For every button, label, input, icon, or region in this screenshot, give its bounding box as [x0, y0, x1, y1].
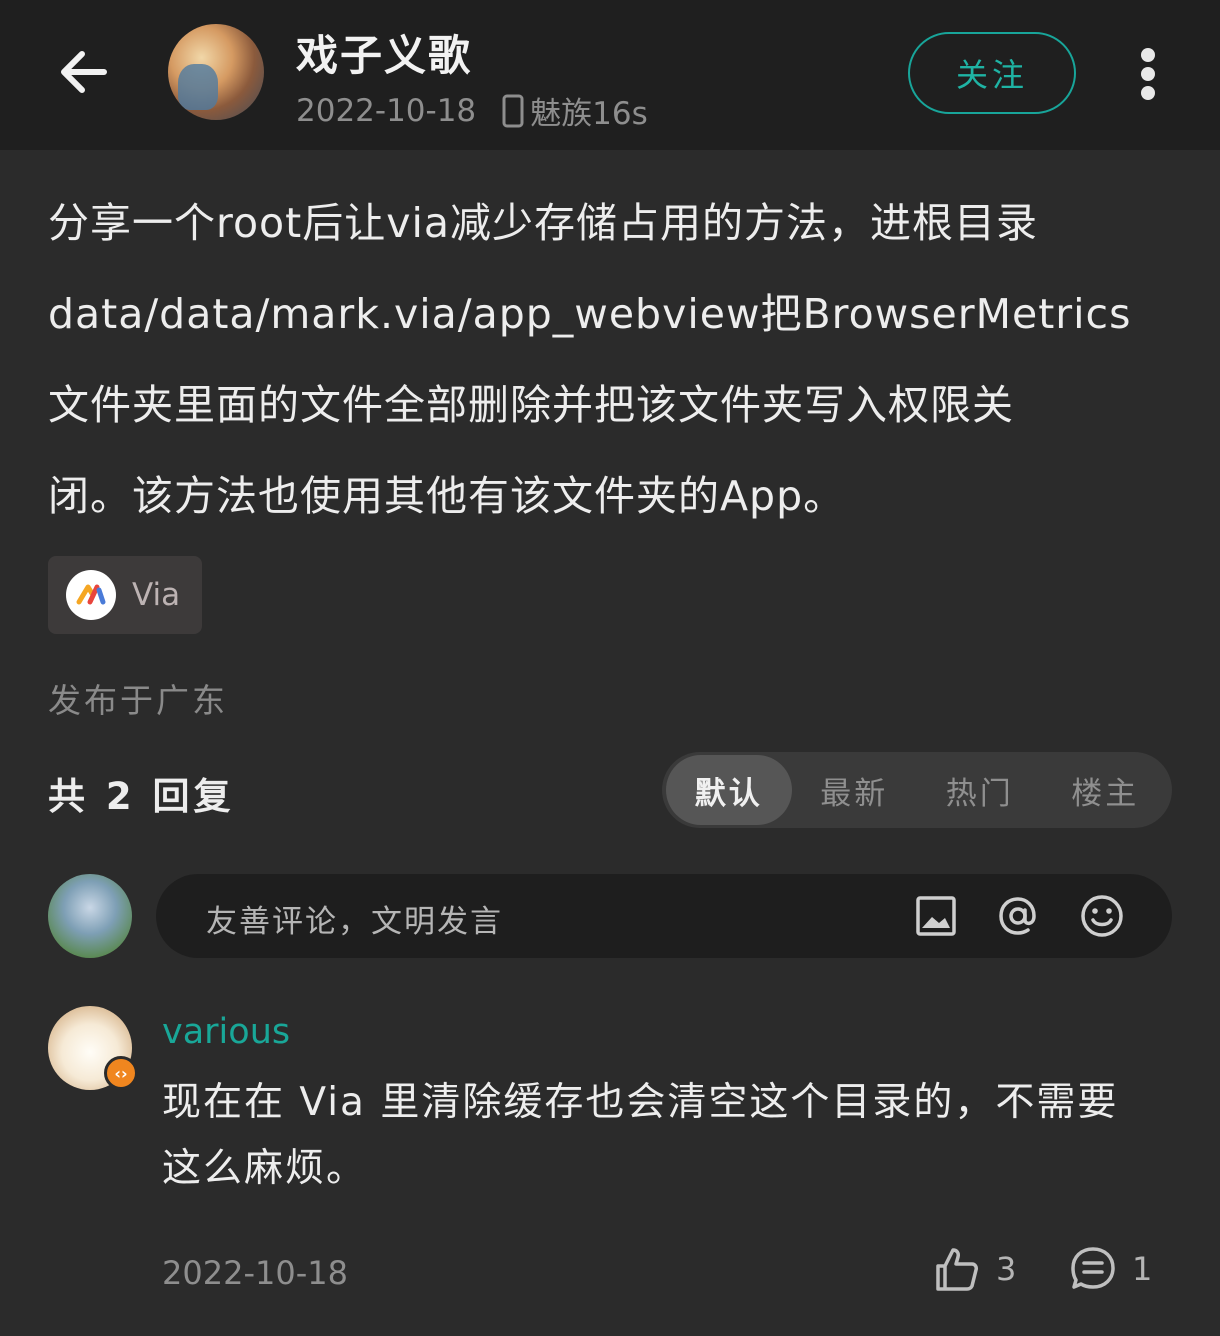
device-name: 魅族16s [530, 96, 648, 132]
comment-date: 2022-10-18 [162, 1254, 348, 1292]
comment-icon [1071, 1247, 1115, 1289]
at-icon[interactable] [994, 892, 1042, 940]
developer-badge-icon: ‹› [104, 1056, 138, 1090]
comment-placeholder: 友善评论，文明发言 [206, 904, 503, 940]
post-content: 分享一个root后让via减少存储占用的方法，进根目录 data/data/ma… [48, 178, 1178, 542]
like-count: 3 [996, 1250, 1017, 1288]
post-line: 闭。该方法也使用其他有该文件夹的App。 [48, 472, 846, 520]
comment-text: 现在在 Via 里清除缓存也会清空这个目录的，不需要这么麻烦。 [162, 1080, 1119, 1191]
post-meta: 2022-10-18 魅族16s [296, 88, 648, 133]
tab-newest[interactable]: 最新 [792, 755, 918, 825]
post-date: 2022-10-18 [296, 92, 477, 129]
author-name[interactable]: 戏子义歌 [296, 22, 472, 83]
post-line: data/data/mark.via/app_webview把BrowserMe… [48, 290, 1132, 338]
app-tag-via[interactable]: Via [48, 556, 202, 634]
post-line: 分享一个root后让via减少存储占用的方法，进根目录 [48, 199, 1038, 247]
like-button[interactable]: 3 [932, 1244, 1016, 1294]
image-icon[interactable] [912, 892, 960, 940]
tab-hot[interactable]: 热门 [917, 755, 1043, 825]
more-vertical-icon[interactable] [1130, 44, 1166, 104]
post-location: 发布于广东 [48, 681, 228, 720]
tab-default[interactable]: 默认 [666, 755, 792, 825]
emoji-icon[interactable] [1078, 892, 1126, 940]
commenter-name[interactable]: various [162, 1012, 290, 1052]
arrow-left-icon [61, 51, 107, 93]
comment-input[interactable]: 友善评论，文明发言 [156, 874, 1172, 958]
via-logo-icon [66, 570, 116, 620]
tab-op[interactable]: 楼主 [1043, 755, 1169, 825]
sort-tabs: 默认 最新 热门 楼主 [662, 752, 1172, 828]
reply-button[interactable]: 1 [1068, 1244, 1152, 1294]
reply-count-small: 1 [1132, 1250, 1153, 1288]
author-avatar[interactable] [168, 24, 264, 120]
thumbs-up-icon [936, 1248, 978, 1291]
post-line: 文件夹里面的文件全部删除并把该文件夹写入权限关 [48, 381, 1014, 429]
follow-button[interactable]: 关注 [908, 32, 1076, 114]
back-button[interactable] [52, 40, 116, 104]
top-bar: 戏子义歌 2022-10-18 魅族16s 关注 [0, 0, 1220, 150]
phone-icon [502, 94, 524, 127]
my-avatar [48, 874, 132, 958]
tag-label: Via [132, 577, 181, 613]
reply-count: 共 2 回复 [48, 775, 235, 818]
